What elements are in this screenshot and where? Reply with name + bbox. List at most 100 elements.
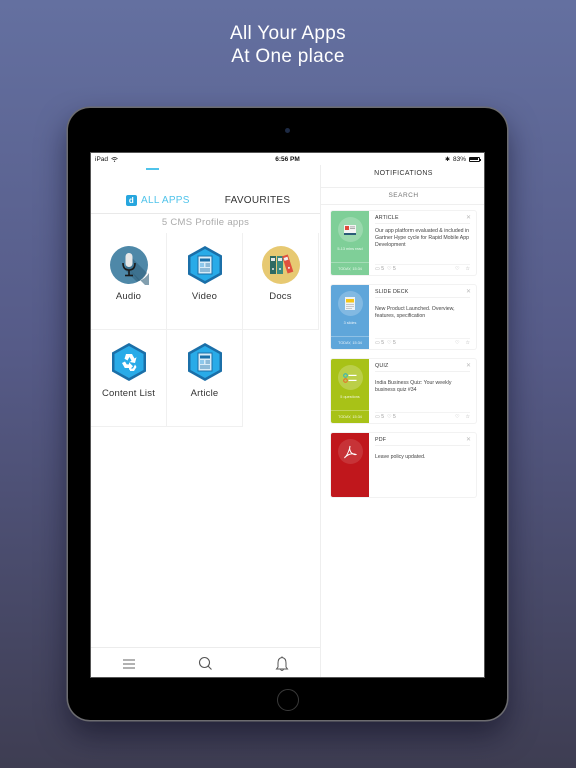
heart-icon: ♡ <box>387 266 392 272</box>
divider <box>321 204 484 205</box>
like-count: 5 <box>393 266 396 272</box>
hero-line-2: At One place <box>231 46 345 67</box>
timestamp: TODAY, 15:34 <box>338 415 362 419</box>
apps-pane: d ALL APPS FAVOURITES 5 CMS Profile apps <box>91 165 321 677</box>
notifications-title: NOTIFICATIONS <box>374 170 433 177</box>
notification-card-slide-deck[interactable]: 3 slides TODAY, 15:34 SLIDE DECK ✕ New P… <box>331 285 476 349</box>
hexagon-document-icon <box>187 246 222 284</box>
close-icon[interactable]: ✕ <box>466 214 471 221</box>
star-button[interactable]: ☆ <box>466 414 470 420</box>
hexagon-recycle-icon <box>111 343 146 381</box>
app-tile-article[interactable]: Article <box>167 330 243 427</box>
status-bar: iPad 6:56 PM ✱ 83% <box>91 153 484 165</box>
tab-favourites-label: FAVOURITES <box>224 194 291 206</box>
question-count: 5 questions <box>340 395 360 399</box>
app-tile-video[interactable]: Video <box>167 233 243 330</box>
hero-title: All Your Apps At One place <box>0 22 576 68</box>
battery-percent: 83% <box>452 155 466 163</box>
like-button[interactable]: ♡ <box>455 340 459 346</box>
app-tile-content-list[interactable]: Content List <box>91 330 167 427</box>
app-label: Audio <box>115 291 142 302</box>
card-text: New Product Launched. Overview, features… <box>375 306 455 319</box>
app-grid: Audio Video Docs Content List Article <box>91 233 319 427</box>
card-thumbnail: 5-13 mins read TODAY, 15:34 <box>331 211 369 275</box>
tab-bar: d ALL APPS FAVOURITES <box>91 187 320 214</box>
binders-icon <box>261 246 300 284</box>
comment-icon: ▭ <box>375 414 380 420</box>
app-screen: iPad 6:56 PM ✱ 83% d ALL APPS FAVOURITES <box>90 152 485 678</box>
card-text: India Business Quiz: Your weekly busines… <box>375 380 452 393</box>
comment-count: 5 <box>381 414 385 420</box>
quiz-icon <box>337 365 363 390</box>
notification-card-quiz[interactable]: 5 questions TODAY, 15:34 QUIZ ✕ India Bu… <box>331 359 476 423</box>
card-thumbnail: 5 questions TODAY, 15:34 <box>331 359 369 423</box>
slide-count: 3 slides <box>343 321 357 325</box>
wifi-icon <box>111 156 118 162</box>
page-indicator <box>146 168 159 170</box>
like-count: 5 <box>393 414 396 420</box>
hero-line-1: All Your Apps <box>230 23 346 44</box>
card-type: SLIDE DECK <box>375 289 470 298</box>
like-button[interactable]: ♡ <box>455 266 459 272</box>
pdf-icon <box>337 439 363 464</box>
close-icon[interactable]: ✕ <box>466 288 471 295</box>
menu-button[interactable] <box>119 654 139 674</box>
profile-apps-count: 5 CMS Profile apps <box>161 217 250 228</box>
tab-favourites[interactable]: FAVOURITES <box>225 187 291 213</box>
bluetooth-icon: ✱ <box>444 156 450 163</box>
bell-icon <box>275 655 289 671</box>
read-time: 5-13 mins read <box>337 247 363 251</box>
star-button[interactable]: ☆ <box>466 340 470 346</box>
device-name: iPad <box>95 155 109 163</box>
camera-icon <box>285 128 290 133</box>
app-tile-audio[interactable]: Audio <box>91 233 167 330</box>
menu-icon <box>123 659 136 668</box>
notifications-search-input[interactable] <box>321 188 484 204</box>
timestamp: TODAY, 15:34 <box>338 341 362 345</box>
like-count: 5 <box>393 340 396 346</box>
comment-icon: ▭ <box>375 266 380 272</box>
app-tile-docs[interactable]: Docs <box>243 233 319 330</box>
notification-card-pdf[interactable]: PDF ✕ Leave policy updated. <box>331 433 476 497</box>
app-label: Video <box>191 291 218 302</box>
ipad-device-frame: iPad 6:56 PM ✱ 83% d ALL APPS FAVOURITES <box>68 108 507 720</box>
card-thumbnail <box>331 433 369 497</box>
app-logo-icon: d <box>126 194 137 206</box>
bottom-nav <box>91 647 320 677</box>
hexagon-document-icon <box>187 343 222 381</box>
slide-deck-icon <box>337 291 363 316</box>
card-type: ARTICLE <box>375 215 470 224</box>
app-label: Content List <box>101 388 156 399</box>
status-time: 6:56 PM <box>275 155 300 163</box>
heart-icon: ♡ <box>387 414 392 420</box>
app-label: Article <box>190 388 219 399</box>
comment-count: 5 <box>381 266 385 272</box>
card-type: QUIZ <box>375 363 470 372</box>
notification-list: 5-13 mins read TODAY, 15:34 ARTICLE ✕ Ou… <box>331 211 476 507</box>
comment-icon: ▭ <box>375 340 380 346</box>
notifications-pane: NOTIFICATIONS 5-13 mins read TODAY, 15:3… <box>321 165 484 677</box>
notifications-button[interactable] <box>272 654 292 674</box>
home-button[interactable] <box>277 689 299 711</box>
tab-all-apps[interactable]: d ALL APPS <box>126 187 190 214</box>
article-icon <box>337 217 363 242</box>
search-icon <box>198 656 212 670</box>
tabs-divider <box>91 213 320 214</box>
like-button[interactable]: ♡ <box>455 414 459 420</box>
comment-count: 5 <box>381 340 385 346</box>
heart-icon: ♡ <box>387 340 392 346</box>
tab-all-apps-label: ALL APPS <box>141 194 190 206</box>
star-button[interactable]: ☆ <box>466 266 470 272</box>
notification-card-article[interactable]: 5-13 mins read TODAY, 15:34 ARTICLE ✕ Ou… <box>331 211 476 275</box>
card-thumbnail: 3 slides TODAY, 15:34 <box>331 285 369 349</box>
battery-icon <box>468 156 482 162</box>
card-type: PDF <box>375 437 470 446</box>
app-label: Docs <box>269 291 292 302</box>
microphone-icon <box>109 246 149 285</box>
close-icon[interactable]: ✕ <box>466 362 471 369</box>
card-text: Leave policy updated. <box>375 454 426 460</box>
timestamp: TODAY, 15:34 <box>338 267 362 271</box>
card-text: Our app platform evaluated & included in… <box>375 228 470 248</box>
close-icon[interactable]: ✕ <box>466 436 471 443</box>
search-button[interactable] <box>195 654 215 674</box>
